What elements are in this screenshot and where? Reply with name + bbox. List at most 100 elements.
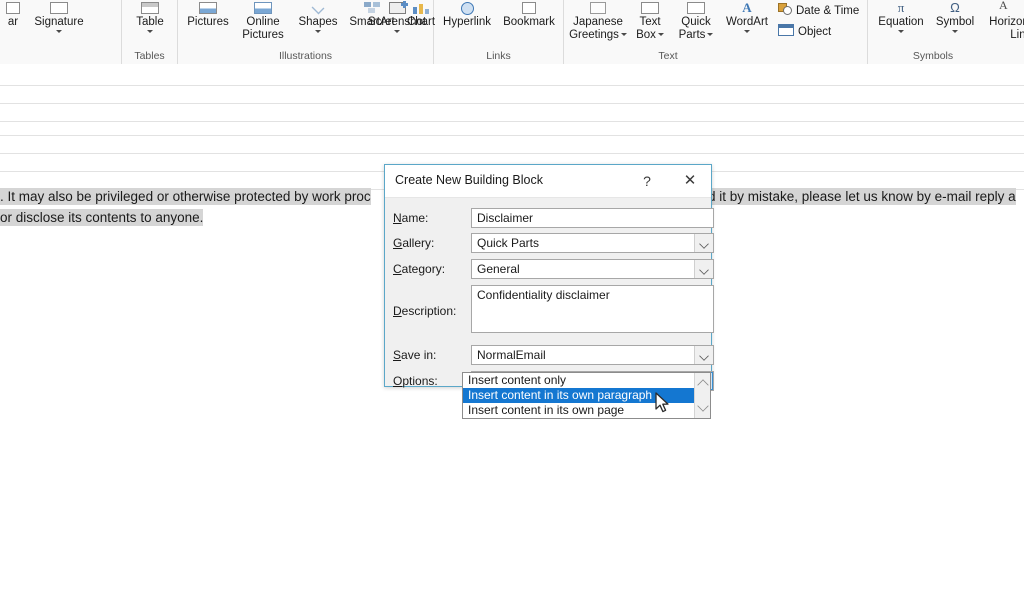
close-icon[interactable]: ✕ xyxy=(677,169,703,193)
chevron-down-icon[interactable] xyxy=(621,33,627,36)
object-icon xyxy=(778,24,794,40)
document-rule xyxy=(0,153,1024,154)
dropdown-item-insert-content-in-its-own-page[interactable]: Insert content in its own page xyxy=(463,403,695,418)
dialog-titlebar[interactable]: Create New Building Block ? ✕ xyxy=(385,165,711,198)
save-in-value: NormalEmail xyxy=(477,348,546,362)
document-rule xyxy=(0,121,1024,122)
field-row-save-in: Save in: NormalEmail xyxy=(393,345,705,365)
name-input[interactable]: Disclaimer xyxy=(471,208,714,228)
dropdown-scrollbar[interactable] xyxy=(694,373,710,418)
field-row-name: Name: Disclaimer xyxy=(393,208,705,228)
chevron-down-icon xyxy=(699,265,709,275)
ribbon-group-label-text: Text xyxy=(564,50,772,62)
online-pictures-icon xyxy=(235,2,291,16)
ribbon-group-left-partial: ar Signature xyxy=(0,0,122,64)
ribbon-button-shapes[interactable]: Shapes xyxy=(293,2,343,33)
table-icon xyxy=(127,2,173,16)
ribbon-button-table[interactable]: Table xyxy=(127,2,173,33)
equation-icon: π xyxy=(872,2,930,16)
ribbon-button-date-time[interactable]: Date & Time xyxy=(778,3,859,19)
gallery-value: Quick Parts xyxy=(477,236,539,250)
document-rule xyxy=(0,85,1024,86)
ribbon-button-bookmark[interactable]: Bookmark xyxy=(496,2,562,29)
gallery-combobox[interactable]: Quick Parts xyxy=(471,233,714,253)
chevron-down-icon[interactable] xyxy=(394,30,400,33)
wordart-icon: A xyxy=(719,2,775,16)
dialog-title: Create New Building Block xyxy=(395,173,543,187)
save-in-dropdown-button[interactable] xyxy=(694,346,713,364)
ribbon-button-wordart[interactable]: A WordArt xyxy=(719,2,775,33)
ribbon-group-label-symbols: Symbols xyxy=(868,50,998,62)
create-new-building-block-dialog[interactable]: Create New Building Block ? ✕ Name: Disc… xyxy=(384,164,712,387)
chevron-down-icon[interactable] xyxy=(315,30,321,33)
date-time-icon xyxy=(778,3,792,19)
dropdown-item-insert-content-only[interactable]: Insert content only xyxy=(463,373,695,388)
category-combobox[interactable]: General xyxy=(471,259,714,279)
document-rule xyxy=(0,103,1024,104)
ribbon-button-horizontal-line[interactable]: Horizont Line xyxy=(978,2,1024,41)
ribbon-button-quick-parts[interactable]: Quick Parts xyxy=(672,2,720,41)
dialog-body: Name: Disclaimer Gallery: Quick Parts Ca… xyxy=(385,198,711,386)
category-dropdown-button[interactable] xyxy=(694,260,713,278)
ribbon-group-symbols: π Equation Ω Symbol Horizont Line Symbol… xyxy=(868,0,1024,64)
description-value: Confidentiality disclaimer xyxy=(477,288,610,302)
ribbon-group-links: Hyperlink Bookmark Links xyxy=(434,0,564,64)
gallery-dropdown-button[interactable] xyxy=(694,234,713,252)
ribbon-button-text-box[interactable]: Text Box xyxy=(630,2,670,41)
document-paragraph-line-1-left: . It may also be privileged or otherwise… xyxy=(0,188,371,206)
name-input-value: Disclaimer xyxy=(477,211,533,225)
ribbon-button-japanese-greetings[interactable]: Japanese Greetings xyxy=(568,2,628,41)
horizontal-line-icon xyxy=(978,2,1024,16)
description-textarea[interactable]: Confidentiality disclaimer xyxy=(471,285,714,333)
chevron-up-icon[interactable] xyxy=(697,379,708,390)
ribbon-group-label-illustrations: Illustrations xyxy=(178,50,433,62)
pictures-icon xyxy=(180,2,236,16)
bookmark-icon xyxy=(496,2,562,16)
chevron-down-icon[interactable] xyxy=(898,30,904,33)
field-row-gallery: Gallery: Quick Parts xyxy=(393,233,705,253)
label-description: Description: xyxy=(393,304,465,318)
chevron-down-icon[interactable] xyxy=(697,400,708,411)
chevron-down-icon xyxy=(699,239,709,249)
quick-parts-icon xyxy=(672,2,720,16)
ribbon: ar Signature Table Tables xyxy=(0,0,1024,65)
symbol-icon: Ω xyxy=(930,2,980,16)
field-row-description: Description: Confidentiality disclaimer xyxy=(393,285,705,335)
label-category: Category: xyxy=(393,262,465,276)
chevron-down-icon[interactable] xyxy=(147,30,153,33)
ribbon-button-signature[interactable]: Signature xyxy=(20,2,98,33)
dropdown-item-insert-content-in-its-own-paragraph[interactable]: Insert content in its own paragraph xyxy=(463,388,695,403)
ribbon-button-equation[interactable]: π Equation xyxy=(872,2,930,33)
chevron-down-icon xyxy=(699,351,709,361)
screenshot-icon xyxy=(360,2,434,16)
document-rule xyxy=(0,135,1024,136)
options-dropdown-list[interactable]: Insert content only Insert content in it… xyxy=(462,372,711,419)
options-dropdown-items: Insert content only Insert content in it… xyxy=(463,373,695,418)
chevron-down-icon[interactable] xyxy=(56,30,62,33)
document-paragraph-line-2: or disclose its contents to anyone. xyxy=(0,209,203,227)
ribbon-button-hyperlink[interactable]: Hyperlink xyxy=(436,2,498,29)
signature-icon xyxy=(20,2,98,16)
ribbon-button-online-pictures[interactable]: Online Pictures xyxy=(235,2,291,41)
label-save-in: Save in: xyxy=(393,348,465,362)
save-in-combobox[interactable]: NormalEmail xyxy=(471,345,714,365)
chevron-down-icon[interactable] xyxy=(744,30,750,33)
text-box-icon xyxy=(630,2,670,16)
label-name: Name: xyxy=(393,211,465,225)
help-icon[interactable]: ? xyxy=(635,169,659,193)
ribbon-group-tables: Table Tables xyxy=(122,0,178,64)
document-paragraph-line-1-right: d it by mistake, please let us know by e… xyxy=(708,188,1016,206)
ribbon-group-text: Japanese Greetings Text Box Quick Parts … xyxy=(564,0,868,64)
ribbon-group-label-tables: Tables xyxy=(122,50,177,62)
ribbon-button-screenshot[interactable]: Screenshot xyxy=(360,2,434,33)
field-row-category: Category: General xyxy=(393,259,705,279)
label-options: Options: xyxy=(393,374,465,388)
ribbon-button-object[interactable]: Object xyxy=(778,24,831,40)
chevron-down-icon[interactable] xyxy=(707,33,713,36)
chevron-down-icon[interactable] xyxy=(658,33,664,36)
ribbon-button-pictures[interactable]: Pictures xyxy=(180,2,236,29)
chevron-down-icon[interactable] xyxy=(952,30,958,33)
ribbon-button-symbol[interactable]: Ω Symbol xyxy=(930,2,980,33)
hyperlink-icon xyxy=(436,2,498,16)
shapes-icon xyxy=(293,2,343,16)
